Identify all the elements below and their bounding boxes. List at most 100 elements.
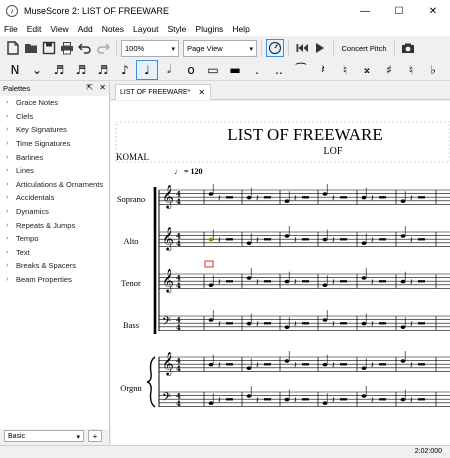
palette-item-grace-notes[interactable]: › Grace Notes (0, 96, 109, 110)
note-head (284, 397, 290, 402)
close-tab-icon[interactable]: ✕ (198, 88, 205, 97)
add-workspace-button[interactable]: + (88, 430, 102, 442)
palette-item-label: Clefs (16, 111, 34, 121)
menu-layout[interactable]: Layout (133, 24, 159, 34)
treble-clef-icon: 𝄞 (162, 184, 174, 209)
note-head (322, 237, 328, 242)
palette-item-articulations-ornaments[interactable]: › Articulations & Ornaments (0, 178, 109, 192)
duration-eighth-button[interactable]: ♪ (114, 60, 136, 80)
note-input-menu-button[interactable]: ⌄ (26, 60, 48, 80)
note-head (322, 401, 328, 406)
composer-text[interactable]: KOMAL (116, 152, 149, 162)
quarter-rest-icon: 𝄽 (294, 320, 297, 330)
quarter-rest-icon: 𝄽 (294, 278, 297, 288)
palette-item-dynamics[interactable]: › Dynamics (0, 205, 109, 219)
close-window-button[interactable]: ✕ (416, 0, 450, 22)
note-input-menu-icon: ⌄ (31, 62, 43, 77)
time-signature-denominator: 4 (176, 239, 181, 248)
palette-item-barlines[interactable]: › Barlines (0, 150, 109, 164)
note-head (246, 394, 252, 398)
tie-button[interactable]: ⁀ (290, 60, 312, 80)
palette-item-tempo[interactable]: › Tempo (0, 232, 109, 246)
concert-pitch-button[interactable]: Concert Pitch (338, 40, 390, 57)
duration-half-button[interactable]: 𝅗𝅥 (158, 60, 180, 80)
duration-32nd-button[interactable]: ♬ (70, 60, 92, 80)
quarter-rest-icon: 𝄽 (256, 396, 259, 406)
note-head (400, 359, 406, 363)
palette-item-repeats-jumps[interactable]: › Repeats & Jumps (0, 218, 109, 232)
time-signature-denominator: 4 (176, 197, 181, 206)
flat-icon: ♭ (430, 62, 436, 77)
redo-button[interactable] (94, 39, 112, 57)
note-head (246, 241, 252, 245)
minimize-button[interactable]: — (348, 0, 382, 22)
save-button[interactable] (40, 39, 58, 57)
half-rest (264, 196, 271, 199)
palette-item-breaks-spacers[interactable]: › Breaks & Spacers (0, 259, 109, 273)
menu-style[interactable]: Style (168, 24, 187, 34)
palette-item-lines[interactable]: › Lines (0, 164, 109, 178)
quarter-rest-icon: 𝄽 (410, 320, 413, 330)
image-capture-button[interactable] (399, 39, 417, 57)
natural-button[interactable]: ♮ (400, 60, 422, 80)
treble-clef-icon: 𝄞 (162, 268, 174, 293)
sharp-button[interactable]: ♯ (378, 60, 400, 80)
quarter-rest-icon: 𝄽 (410, 361, 413, 371)
double-dot-button[interactable]: .. (268, 60, 290, 80)
double-sharp-button[interactable]: 𝄪 (356, 60, 378, 80)
double-dot-icon: .. (275, 62, 283, 77)
file-toolbar: 100% ▾ Page View ▾ Concert Pitch (0, 37, 450, 59)
menu-view[interactable]: View (50, 24, 68, 34)
score-title[interactable]: LIST OF FREEWARE (227, 125, 383, 144)
palette-item-beam-properties[interactable]: › Beam Properties (0, 273, 109, 287)
duration-16th-button[interactable]: ♬ (92, 60, 114, 80)
menu-edit[interactable]: Edit (27, 24, 42, 34)
metronome-button[interactable] (266, 39, 284, 57)
tab-list-of-freeware[interactable]: LIST OF FREEWARE* ✕ (115, 84, 211, 100)
close-icon[interactable]: ✕ (99, 83, 106, 92)
new-score-button[interactable] (4, 39, 22, 57)
duration-whole-button[interactable]: o (180, 60, 202, 80)
palette-item-key-signatures[interactable]: › Key Signatures (0, 123, 109, 137)
maximize-button[interactable]: ☐ (382, 0, 416, 22)
workspace-select[interactable]: Basic ▾ (4, 430, 84, 442)
note-input-button[interactable]: N (4, 60, 26, 80)
palette-item-accidentals[interactable]: › Accidentals (0, 191, 109, 205)
score-subtitle[interactable]: LOF (324, 146, 343, 157)
menu-add[interactable]: Add (78, 24, 93, 34)
voice-rest-button[interactable]: 𝄽 (312, 60, 334, 80)
zoom-select[interactable]: 100% ▾ (121, 39, 179, 57)
print-button[interactable] (58, 39, 76, 57)
menu-help[interactable]: Help (232, 24, 249, 34)
duration-64th-icon: ♬ (53, 62, 65, 77)
time-signature-denominator: 4 (176, 323, 181, 332)
menu-file[interactable]: File (4, 24, 18, 34)
palette-item-text[interactable]: › Text (0, 246, 109, 260)
quarter-rest-icon: 𝄽 (332, 396, 335, 406)
open-button[interactable] (22, 39, 40, 57)
tempo-marking[interactable]: ♩ = 120 (174, 167, 203, 176)
augmentation-dot-button[interactable]: . (246, 60, 268, 80)
flat-button[interactable]: ♭ (422, 60, 444, 80)
undo-button[interactable] (76, 39, 94, 57)
duration-rest-button[interactable]: ▬ (224, 60, 246, 80)
note-head (208, 237, 214, 242)
duration-breve-button[interactable]: ▭ (202, 60, 224, 80)
palette-item-time-signatures[interactable]: › Time Signatures (0, 137, 109, 151)
play-button[interactable] (311, 39, 329, 57)
selected-element-marker (204, 260, 214, 268)
duration-64th-button[interactable]: ♬ (48, 60, 70, 80)
score-tab-bar: LIST OF FREEWARE* ✕ (111, 82, 450, 100)
flip-direction-button[interactable]: ♮ (334, 60, 356, 80)
note-head (284, 279, 290, 284)
quarter-rest-icon: 𝄽 (410, 194, 413, 204)
view-mode-select[interactable]: Page View ▾ (183, 39, 257, 57)
duration-quarter-button[interactable]: ♩ (136, 59, 158, 80)
rewind-button[interactable] (293, 39, 311, 57)
menu-notes[interactable]: Notes (102, 24, 124, 34)
chevron-down-icon: ▾ (76, 434, 80, 441)
undock-icon[interactable]: ⇱ (86, 83, 93, 92)
menu-plugins[interactable]: Plugins (195, 24, 223, 34)
palette-item-clefs[interactable]: › Clefs (0, 110, 109, 124)
score-canvas[interactable]: LIST OF FREEWARE LOF KOMAL ♩ = 120 𝄞 4 4 𝄽 𝄽… (111, 101, 450, 445)
